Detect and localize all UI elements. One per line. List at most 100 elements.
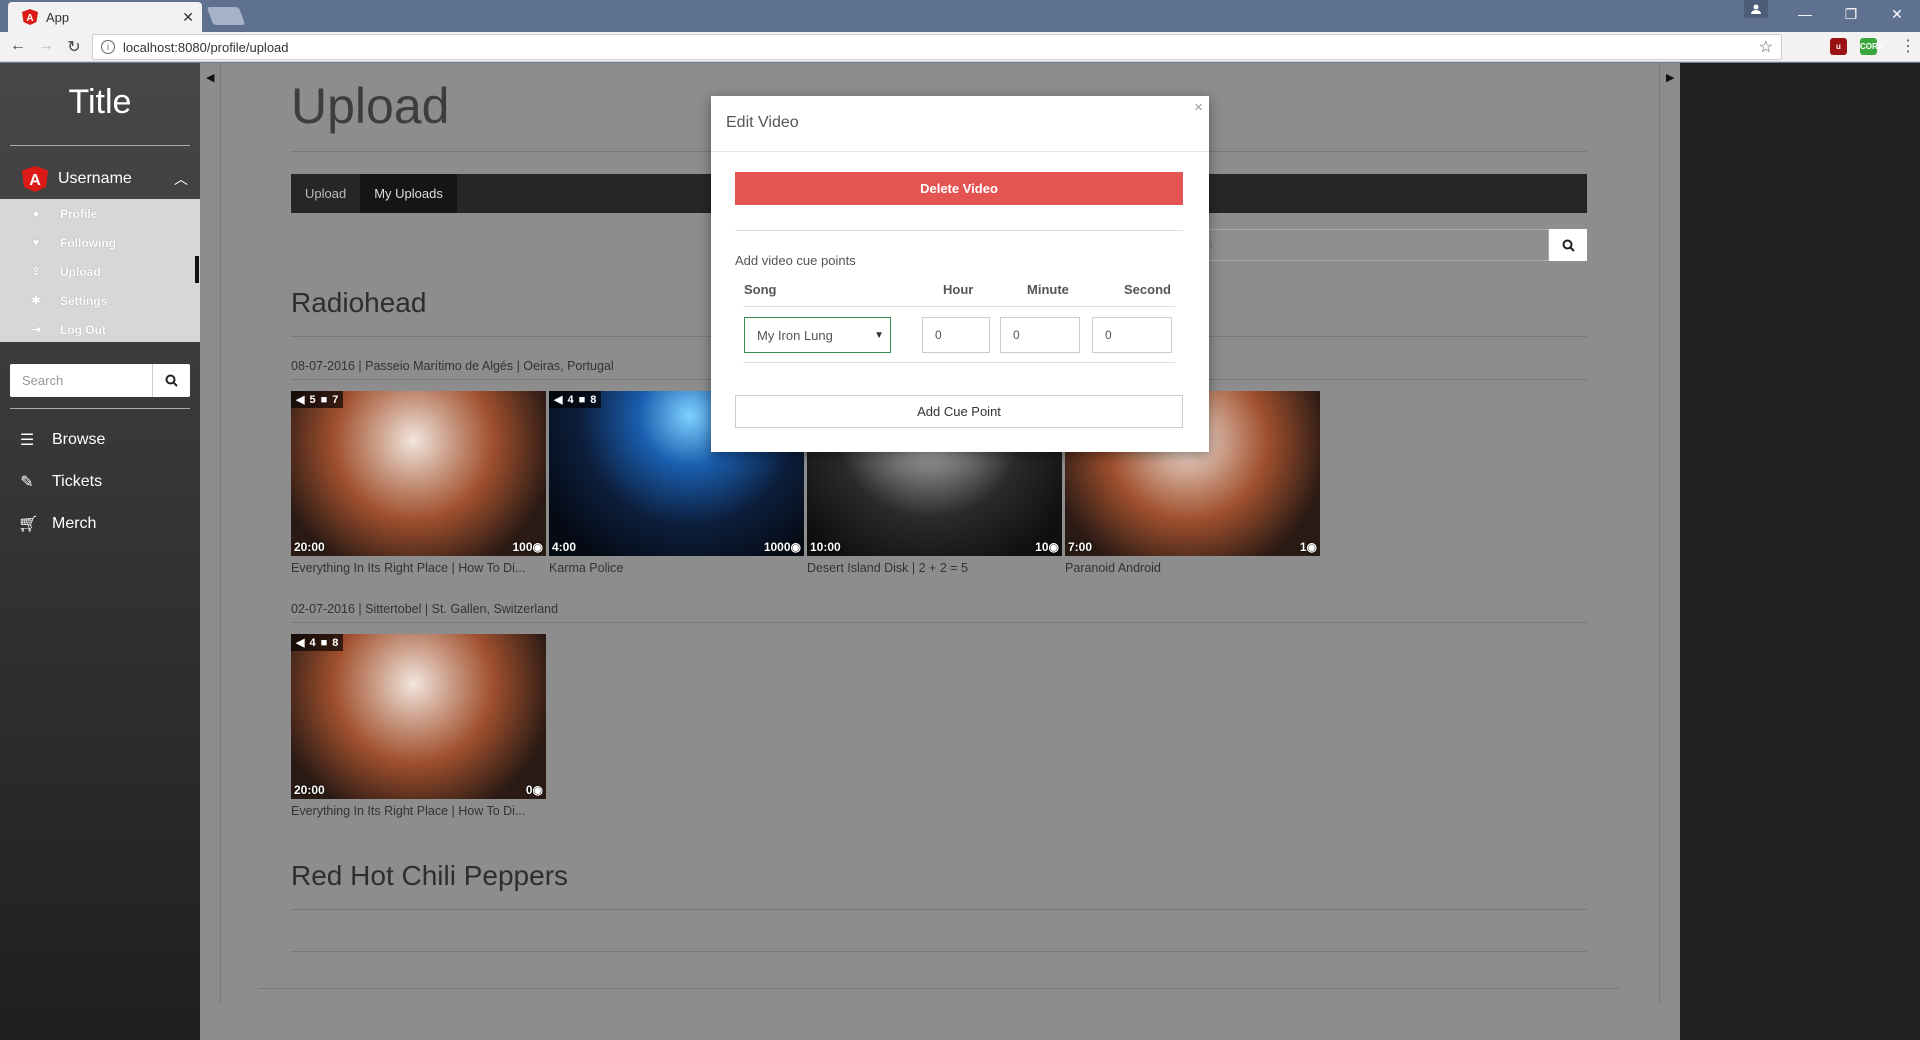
uploads-search-button[interactable] (1549, 229, 1587, 261)
event-info: 08-07-2016 | Passeio Marítimo de Algés |… (291, 359, 614, 373)
user-menu-item-settings[interactable]: ✱ Settings (0, 286, 200, 315)
minimize-icon[interactable]: — (1782, 0, 1828, 28)
artist-heading: Radiohead (291, 287, 427, 318)
tab-close-icon[interactable]: ✕ (182, 9, 194, 26)
bookmark-star-icon[interactable]: ☆ (1759, 37, 1773, 57)
logout-icon: ⇥ (31, 324, 41, 336)
video-duration: 4:00 (552, 540, 577, 554)
uploads-search-input[interactable]: ch (1190, 229, 1549, 261)
media-count-badge: ◀ 4 ■ 8 (291, 634, 344, 651)
user-menu-label: Upload (60, 264, 101, 279)
camera-icon: ■ (320, 393, 328, 406)
tab-upload[interactable]: Upload (291, 174, 360, 213)
restore-icon[interactable]: ❐ (1828, 0, 1874, 28)
hour-column-header: Hour (943, 282, 974, 297)
audio-count: 5 (309, 393, 316, 406)
eye-icon: ◉ (1306, 540, 1317, 554)
address-bar[interactable]: i localhost:8080/profile/upload ☆ (92, 34, 1782, 60)
speaker-icon: ◀ (296, 637, 305, 649)
info-icon[interactable]: i (101, 40, 115, 54)
user-icon: ● (32, 207, 40, 220)
cue-points-label: Add video cue points (735, 253, 856, 268)
upload-icon: ⇪ (31, 266, 41, 278)
view-count: 1◉ (1300, 540, 1317, 554)
sidebar-search-input[interactable]: Search (10, 364, 152, 397)
tab-my-uploads[interactable]: My Uploads (360, 174, 457, 213)
second-input[interactable]: 0 (1092, 317, 1172, 353)
new-tab-button[interactable] (206, 7, 246, 25)
media-count-badge: ◀ 5 ■ 7 (291, 391, 344, 408)
username-label: Username (58, 170, 132, 187)
page-title: Upload (291, 78, 450, 134)
sidebar-search-button[interactable] (152, 364, 190, 397)
user-menu-item-logout[interactable]: ⇥ Log Out (0, 315, 200, 344)
camera-icon: ■ (320, 636, 328, 649)
eye-icon: ◉ (1048, 540, 1059, 554)
view-count: 0◉ (526, 783, 543, 797)
sidebar-item-label: Merch (52, 515, 97, 532)
browser-toolbar: ← → ↻ i localhost:8080/profile/upload ☆ … (0, 32, 1920, 62)
sidebar-item-tickets[interactable]: ✎ Tickets (0, 465, 200, 499)
divider (10, 408, 190, 409)
media-count-badge: ◀ 4 ■ 8 (549, 391, 602, 408)
artist-heading: Red Hot Chili Peppers (291, 860, 569, 891)
sidebar-item-label: Tickets (52, 473, 103, 490)
video-thumbnail[interactable]: ◀ 5 ■ 7 20:00 100◉ (291, 391, 546, 556)
angular-favicon-icon: A (22, 9, 38, 25)
heart-icon: ♥ (32, 236, 40, 249)
divider (291, 951, 1587, 952)
sidebar: Title A Username ︿ ● Profile ♥ Following… (0, 63, 200, 1040)
active-indicator (195, 256, 199, 283)
search-icon (165, 374, 178, 387)
view-count-value: 1 (1299, 540, 1307, 554)
divider (743, 362, 1175, 363)
video-title[interactable]: Everything In Its Right Place | How To D… (291, 561, 546, 575)
song-select[interactable]: My Iron Lung ▼ (744, 317, 891, 353)
video-title[interactable]: Paranoid Android (1065, 561, 1320, 575)
sidebar-item-browse[interactable]: ☰ Browse (0, 423, 200, 457)
reload-icon[interactable]: ↻ (64, 37, 84, 57)
divider (10, 145, 190, 146)
video-count: 7 (332, 393, 339, 406)
collapse-right-icon[interactable]: ▶ (1666, 71, 1674, 84)
song-column-header: Song (744, 282, 777, 297)
cors-extension-icon[interactable]: CORS (1860, 38, 1883, 55)
video-duration: 7:00 (1068, 540, 1093, 554)
video-title[interactable]: Everything In Its Right Place | How To D… (291, 804, 546, 818)
browser-tab[interactable]: A App ✕ (8, 2, 202, 32)
svg-text:A: A (26, 13, 33, 24)
add-cue-point-button[interactable]: Add Cue Point (735, 395, 1183, 428)
view-count-value: 10 (1035, 540, 1049, 554)
sidebar-item-merch[interactable]: 🛒︎ Merch (0, 507, 200, 541)
audio-count: 4 (309, 636, 316, 649)
user-menu: ● Profile ♥ Following ⇪ Upload ✱ Setting… (0, 199, 200, 342)
user-menu-item-upload[interactable]: ⇪ Upload (0, 257, 200, 286)
back-icon[interactable]: ← (8, 37, 28, 55)
url-text: localhost:8080/profile/upload (123, 39, 289, 55)
close-icon[interactable]: × (1194, 99, 1203, 116)
video-duration: 20:00 (294, 540, 325, 554)
user-menu-item-following[interactable]: ♥ Following (0, 228, 200, 257)
modal-title: Edit Video (726, 114, 799, 131)
minute-input[interactable]: 0 (1000, 317, 1080, 353)
speaker-icon: ◀ (296, 394, 305, 406)
user-menu-item-profile[interactable]: ● Profile (0, 199, 200, 228)
svg-text:A: A (29, 172, 41, 189)
profile-icon[interactable] (1744, 0, 1768, 18)
video-title[interactable]: Karma Police (549, 561, 804, 575)
window-close-icon[interactable]: ✕ (1874, 0, 1920, 28)
camera-icon: ■ (578, 393, 586, 406)
delete-video-button[interactable]: Delete Video (735, 172, 1183, 205)
forward-icon[interactable]: → (36, 37, 56, 55)
ublock-extension-icon[interactable]: u (1830, 38, 1847, 55)
hour-input[interactable]: 0 (922, 317, 990, 353)
collapse-left-icon[interactable]: ◀ (206, 71, 214, 84)
video-count: 8 (590, 393, 597, 406)
page-viewport: Title A Username ︿ ● Profile ♥ Following… (0, 63, 1920, 1040)
browser-menu-icon[interactable]: ⋮ (1900, 36, 1916, 56)
minute-column-header: Minute (1027, 282, 1069, 297)
user-menu-toggle[interactable]: A Username ︿ (0, 159, 200, 199)
video-thumbnail[interactable]: ◀ 4 ■ 8 20:00 0◉ (291, 634, 546, 799)
video-title[interactable]: Desert Island Disk | 2 + 2 = 5 (807, 561, 1062, 575)
sidebar-item-label: Browse (52, 431, 106, 448)
